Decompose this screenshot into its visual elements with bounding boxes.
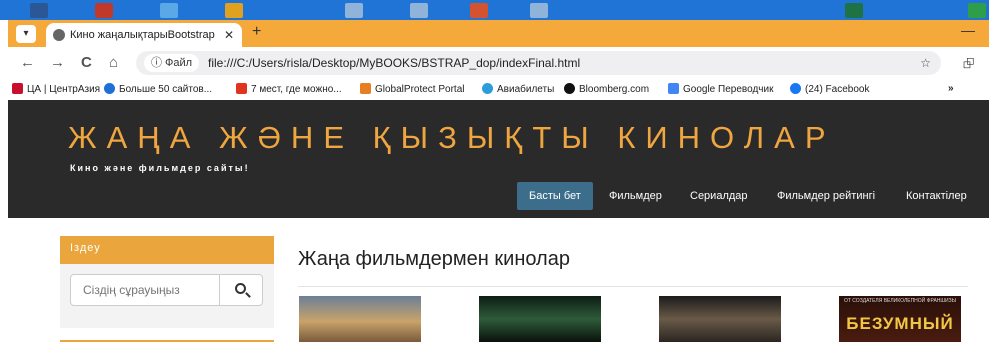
search-panel-heading: Іздеу — [60, 236, 274, 264]
bookmark-star-icon[interactable]: ☆ — [920, 51, 931, 75]
bookmark-item[interactable]: GlobalProtect Portal — [360, 83, 465, 95]
word-icon[interactable] — [30, 3, 48, 18]
bookmark-item[interactable]: 7 мест, где можно... — [236, 83, 342, 95]
excel-icon[interactable] — [845, 3, 863, 18]
site-header: ЖАҢА ЖӘНЕ ҚЫЗЫҚТЫ КИНОЛАР Кино және филь… — [8, 100, 989, 218]
new-tab-button[interactable]: + — [252, 23, 261, 41]
poster-title: БЕЗУМНЫЙ — [846, 314, 954, 333]
movie-poster[interactable] — [299, 296, 421, 342]
search-input[interactable] — [70, 274, 220, 306]
site-subtitle: Кино және фильмдер сайты! — [70, 163, 250, 173]
bookmarks-bar: ЦА | ЦентрАзия Больше 50 сайтов... 7 мес… — [8, 79, 989, 100]
plane-icon — [482, 83, 493, 94]
poster-tagline: ОТ СОЗДАТЕЛЯ ВЕЛИКОЛЕПНОЙ ФРАНШИЗЫ — [843, 298, 957, 304]
centrasia-icon — [12, 83, 23, 94]
bookmark-item[interactable]: Авиабилеты — [482, 83, 554, 95]
reload-icon[interactable]: C — [81, 54, 92, 71]
nav-item-home[interactable]: Басты бет — [517, 182, 593, 210]
powerpoint-icon[interactable] — [470, 3, 488, 18]
section-title: Жаңа фильмдермен кинолар — [298, 248, 570, 270]
minimize-button[interactable]: — — [961, 22, 975, 38]
facebook-icon — [790, 83, 801, 94]
telegram-icon[interactable] — [160, 3, 178, 18]
bookmarks-overflow-button[interactable]: » — [948, 83, 954, 94]
movie-poster[interactable] — [659, 296, 781, 342]
search-panel: Іздеу — [60, 236, 274, 328]
bloomberg-icon — [564, 83, 575, 94]
home-icon[interactable]: ⌂ — [109, 54, 118, 71]
movie-poster[interactable] — [479, 296, 601, 342]
movie-poster[interactable]: ОТ СОЗДАТЕЛЯ ВЕЛИКОЛЕПНОЙ ФРАНШИЗЫ БЕЗУМ… — [839, 296, 961, 342]
tab-bar: ▾ Кино жаңалықтарыBootstrap ✕ + — — [8, 20, 989, 47]
url-bar[interactable]: ⓘ Файл file:///C:/Users/risla/Desktop/My… — [136, 51, 941, 75]
photo-icon[interactable] — [530, 3, 548, 18]
search-button[interactable] — [219, 274, 263, 306]
bookmark-item[interactable]: Bloomberg.com — [564, 83, 649, 95]
close-tab-icon[interactable]: ✕ — [224, 23, 234, 47]
nav-item-films[interactable]: Фильмдер — [609, 182, 662, 210]
photo-icon[interactable] — [410, 3, 428, 18]
bookmark-item[interactable]: Google Переводчик — [668, 83, 773, 95]
tab-title: Кино жаңалықтарыBootstrap — [70, 29, 215, 41]
chrome-icon[interactable] — [968, 3, 986, 18]
tab-search-button[interactable]: ▾ — [16, 25, 36, 43]
globe-icon — [104, 83, 115, 94]
divider — [298, 286, 968, 287]
site-title: ЖАҢА ЖӘНЕ ҚЫЗЫҚТЫ КИНОЛАР — [68, 120, 836, 155]
globalprotect-icon — [360, 83, 371, 94]
nav-item-series[interactable]: Сериалдар — [690, 182, 748, 210]
red-square-icon — [236, 83, 247, 94]
site-info-chip[interactable]: ⓘ Файл — [144, 54, 200, 72]
search-icon — [235, 283, 246, 294]
forward-icon[interactable]: → — [50, 54, 65, 71]
back-icon[interactable]: ← — [20, 54, 35, 71]
translate-icon — [668, 83, 679, 94]
web-page: ЖАҢА ЖӘНЕ ҚЫЗЫҚТЫ КИНОЛАР Кино және филь… — [8, 100, 989, 342]
bookmark-item[interactable]: Больше 50 сайтов... — [104, 83, 212, 95]
nav-item-contacts[interactable]: Контактілер — [906, 182, 967, 210]
bookmark-item[interactable]: ЦА | ЦентрАзия — [12, 83, 100, 95]
extensions-icon[interactable]: ⮺ — [963, 53, 974, 77]
tab-active[interactable]: Кино жаңалықтарыBootstrap ✕ — [46, 23, 242, 47]
address-bar-row: ← → C ⌂ ⓘ Файл file:///C:/Users/risla/De… — [8, 47, 989, 79]
bookmark-item[interactable]: (24) Facebook — [790, 83, 869, 95]
taskbar — [0, 0, 989, 20]
nav-item-rating[interactable]: Фильмдер рейтингі — [777, 182, 875, 210]
pdf-icon[interactable] — [95, 3, 113, 18]
photo-icon[interactable] — [345, 3, 363, 18]
globe-icon — [53, 29, 65, 41]
folder-icon[interactable] — [225, 3, 243, 18]
url-text[interactable]: file:///C:/Users/risla/Desktop/MyBOOKS/B… — [208, 51, 580, 75]
